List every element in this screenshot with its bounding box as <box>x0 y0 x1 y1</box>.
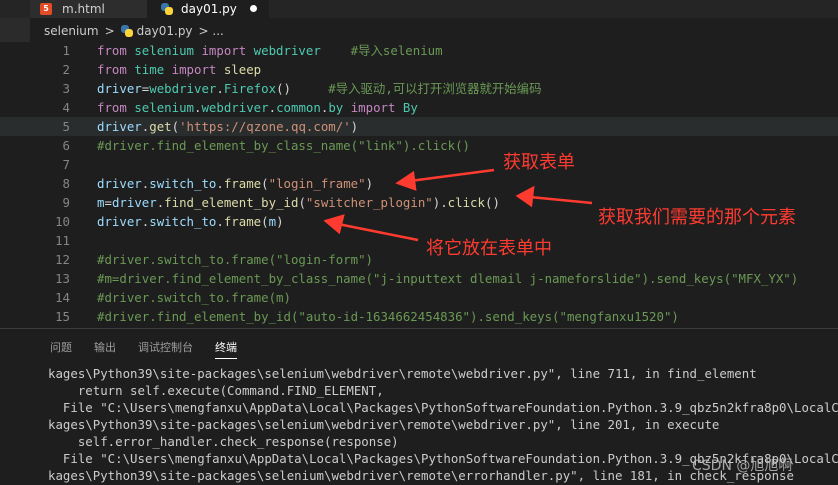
chevron-right-icon: > <box>104 24 115 38</box>
breadcrumb-file[interactable]: day01.py <box>137 24 193 38</box>
line-number: 4 <box>62 100 70 115</box>
code-text: driver=webdriver.Firefox() #导入驱动,可以打开浏览器… <box>97 81 542 96</box>
code-text: m=driver.find_element_by_id("switcher_pl… <box>97 195 500 210</box>
line-number: 12 <box>55 252 70 267</box>
code-line[interactable]: 13 #m=driver.find_element_by_class_name("… <box>0 269 838 288</box>
code-text: #driver.find_element_by_class_name("link… <box>97 138 470 153</box>
line-number: 5 <box>62 119 70 134</box>
code-line[interactable]: 3 driver=webdriver.Firefox() #导入驱动,可以打开浏览… <box>0 79 838 98</box>
tab-problems[interactable]: 问题 <box>50 339 72 359</box>
code-text: #driver.switch_to.frame("login-form") <box>97 252 374 267</box>
code-line[interactable]: 12 #driver.switch_to.frame("login-form") <box>0 250 838 269</box>
breadcrumb-folder[interactable]: selenium <box>44 24 99 38</box>
code-line[interactable]: 6 #driver.find_element_by_class_name("lin… <box>0 136 838 155</box>
terminal-line: self.error_handler.check_response(respon… <box>48 434 399 449</box>
breadcrumb: selenium > day01.py > ... <box>44 22 230 40</box>
code-line[interactable]: 4 from selenium.webdriver.common.by impor… <box>0 98 838 117</box>
code-line[interactable]: 1 from selenium import webdriver #导入selen… <box>0 41 838 60</box>
line-number: 11 <box>55 233 70 248</box>
line-number: 9 <box>62 195 70 210</box>
terminal-line: kages\Python39\site-packages\selenium\we… <box>48 366 757 381</box>
code-text: #driver.switch_to.frame(m) <box>97 290 291 305</box>
tab-output[interactable]: 输出 <box>94 339 116 359</box>
tab-terminal[interactable]: 终端 <box>215 339 237 359</box>
annotation-put-into-form: 将它放在表单中 <box>426 238 552 259</box>
code-text: driver.get('https://qzone.qq.com/') <box>97 119 359 134</box>
line-number: 13 <box>55 271 70 286</box>
python-icon <box>161 3 173 15</box>
tab-day01-py[interactable]: day01.py <box>147 0 269 18</box>
terminal-line: return self.execute(Command.FIND_ELEMENT… <box>48 383 384 398</box>
html5-icon: 5 <box>40 3 52 15</box>
code-text: from time import sleep <box>97 62 262 77</box>
code-line[interactable]: 11 <box>0 231 838 250</box>
breadcrumb-tail[interactable]: > ... <box>199 24 224 38</box>
code-text: from selenium import webdriver #导入seleni… <box>97 43 443 58</box>
code-line[interactable]: 7 <box>0 155 838 174</box>
tab-label: m.html <box>62 2 105 16</box>
line-number: 10 <box>55 214 70 229</box>
annotation-get-form: 获取表单 <box>503 152 575 173</box>
tab-m-html[interactable]: 5 m.html <box>30 0 147 18</box>
line-number: 8 <box>62 176 70 191</box>
code-editor[interactable]: 1 from selenium import webdriver #导入selen… <box>0 41 838 328</box>
code-text: driver.switch_to.frame("login_frame") <box>97 176 374 191</box>
code-text: from selenium.webdriver.common.by import… <box>97 100 418 115</box>
line-number: 3 <box>62 81 70 96</box>
code-text: driver.switch_to.frame(m) <box>97 214 284 229</box>
code-text: #m=driver.find_element_by_class_name("j-… <box>97 271 799 286</box>
unsaved-dot-icon[interactable] <box>250 5 257 12</box>
line-number: 15 <box>55 309 70 324</box>
code-line[interactable]: 15 #driver.find_element_by_id("auto-id-16… <box>0 307 838 326</box>
code-line[interactable]: 2 from time import sleep <box>0 60 838 79</box>
line-number: 2 <box>62 62 70 77</box>
code-line[interactable]: 8 driver.switch_to.frame("login_frame") <box>0 174 838 193</box>
annotation-get-element: 获取我们需要的那个元素 <box>598 207 796 228</box>
terminal-line: File "C:\Users\mengfanxu\AppData\Local\P… <box>62 400 838 415</box>
python-icon <box>120 25 133 37</box>
tab-label: day01.py <box>181 2 237 16</box>
code-text: #driver.find_element_by_id("auto-id-1634… <box>97 309 679 324</box>
code-line[interactable]: 5 driver.get('https://qzone.qq.com/') <box>0 117 838 136</box>
panel-tabs: 问题 输出 调试控制台 终端 <box>50 339 259 359</box>
line-number: 6 <box>62 138 70 153</box>
terminal-line: kages\Python39\site-packages\selenium\we… <box>48 417 720 432</box>
line-number: 1 <box>62 43 70 58</box>
tab-debug-console[interactable]: 调试控制台 <box>138 339 193 359</box>
line-number: 7 <box>62 157 70 172</box>
code-line[interactable]: 14 #driver.switch_to.frame(m) <box>0 288 838 307</box>
tab-bar: 5 m.html day01.py <box>0 0 838 18</box>
watermark: CSDN @旭旭啊 <box>692 458 793 474</box>
activity-bar <box>0 18 30 42</box>
line-number: 14 <box>55 290 70 305</box>
